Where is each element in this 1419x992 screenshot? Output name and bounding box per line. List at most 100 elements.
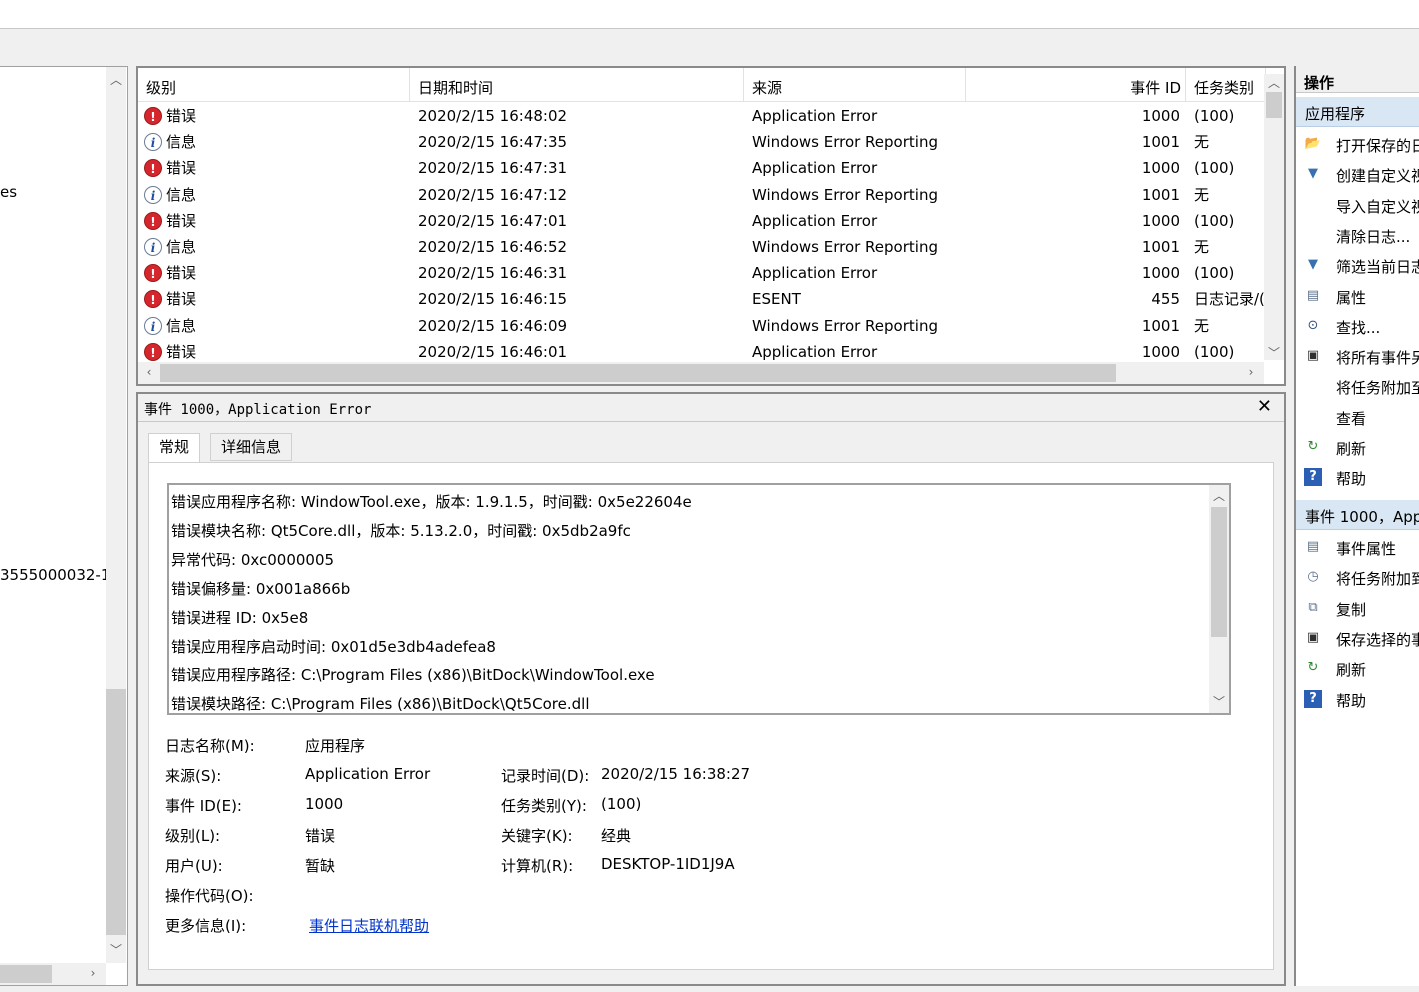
source-cell: Windows Error Reporting <box>752 238 938 256</box>
scroll-right-icon[interactable]: › <box>1244 365 1258 379</box>
scroll-thumb[interactable] <box>1266 92 1282 118</box>
column-header-datetime[interactable]: 日期和时间 <box>410 68 744 102</box>
help-icon: ? <box>1304 468 1322 487</box>
event-row[interactable]: ! 错误 2020/2/15 16:48:02 Application Error 10… <box>138 103 1264 129</box>
computer-value: DESKTOP-1ID1J9A <box>601 855 735 873</box>
action-item-label: 属性 <box>1336 288 1367 307</box>
action-item-label: 帮助 <box>1336 691 1367 710</box>
actions-pane: 操作 应用程序 📂 打开保存的日 ▼ 创建自定义视 导入自定义视 清除日志... ▼ 筛选当前… <box>1294 66 1419 986</box>
scroll-down-icon[interactable]: ﹀ <box>1212 695 1226 709</box>
logged-value: 2020/2/15 16:38:27 <box>601 765 751 783</box>
close-icon[interactable]: ✕ <box>1257 396 1272 417</box>
action-group-label: 应用程序 <box>1305 105 1366 123</box>
help-icon: ? <box>1304 689 1322 708</box>
task-category-cell: 无 <box>1194 316 1210 335</box>
column-header-level[interactable]: 级别 <box>138 68 410 102</box>
action-item[interactable]: 📂 打开保存的日 <box>1296 129 1419 159</box>
column-header-event-id[interactable]: 事件 ID <box>966 68 1186 102</box>
action-item[interactable]: 导入自定义视 <box>1296 190 1419 220</box>
datetime-cell: 2020/2/15 16:47:12 <box>418 185 568 204</box>
more-info-label: 更多信息(I): <box>165 917 247 935</box>
event-row[interactable]: ! 错误 2020/2/15 16:47:01 Application Error 10… <box>138 208 1264 234</box>
info-icon: i <box>144 238 162 256</box>
online-help-link[interactable]: 事件日志联机帮助 <box>309 915 429 936</box>
action-item[interactable]: ▼ 筛选当前日志 <box>1296 250 1419 280</box>
action-group-event[interactable]: 事件 1000，Appl <box>1296 500 1419 530</box>
action-item[interactable]: ⊙ 查找... <box>1296 311 1419 341</box>
event-row[interactable]: i 信息 2020/2/15 16:47:12 Windows Error Repor… <box>138 182 1264 208</box>
event-row[interactable]: i 信息 2020/2/15 16:47:35 Windows Error Repor… <box>138 129 1264 155</box>
level-cell: 错误 <box>166 211 197 230</box>
scroll-down-icon[interactable]: ﹀ <box>109 943 123 957</box>
scroll-thumb[interactable] <box>160 364 1116 382</box>
action-item-label: 帮助 <box>1336 470 1367 489</box>
action-item[interactable]: ▣ 将所有事件另 <box>1296 341 1419 371</box>
action-item[interactable]: 将任务附加至 <box>1296 371 1419 401</box>
event-id-cell: 1001 <box>1141 133 1180 152</box>
list-vertical-scrollbar[interactable]: ︿ ﹀ <box>1264 74 1284 360</box>
scroll-thumb[interactable] <box>0 965 52 983</box>
action-item-label: 清除日志... <box>1336 227 1411 246</box>
action-item[interactable]: ? 帮助 <box>1296 462 1419 492</box>
task-category-cell: 无 <box>1194 185 1210 204</box>
level-cell: 信息 <box>166 185 197 204</box>
tree-item[interactable]: 3555000032-10 <box>0 566 120 584</box>
action-item[interactable]: ? 帮助 <box>1296 684 1419 714</box>
event-row[interactable]: ! 错误 2020/2/15 16:47:31 Application Error 10… <box>138 155 1264 181</box>
action-item[interactable]: ◷ 将任务附加到 <box>1296 562 1419 592</box>
column-header-source[interactable]: 来源 <box>744 68 966 102</box>
scroll-up-icon[interactable]: ︿ <box>1212 489 1226 503</box>
action-item[interactable]: ▤ 事件属性 <box>1296 532 1419 562</box>
datetime-cell: 2020/2/15 16:46:01 <box>418 342 568 361</box>
binoculars-icon: ⊙ <box>1307 317 1319 333</box>
event-row[interactable]: i 信息 2020/2/15 16:46:09 Windows Error Repor… <box>138 313 1264 339</box>
tree-horizontal-scrollbar[interactable]: › <box>0 963 106 985</box>
tab-general[interactable]: 常规 <box>148 433 201 463</box>
scroll-thumb[interactable] <box>1211 507 1227 637</box>
datetime-cell: 2020/2/15 16:47:35 <box>418 133 568 152</box>
action-item[interactable]: ▼ 创建自定义视 <box>1296 159 1419 189</box>
properties-icon: ▤ <box>1306 539 1320 554</box>
action-item[interactable]: ⧉ 复制 <box>1296 593 1419 623</box>
scroll-up-icon[interactable]: ︿ <box>109 73 123 87</box>
level-cell: 信息 <box>166 238 197 256</box>
action-item-label: 刷新 <box>1336 661 1367 680</box>
tree-vertical-scrollbar[interactable]: ︿ ﹀ <box>106 67 126 963</box>
event-row[interactable]: ! 错误 2020/2/15 16:46:31 Application Error 10… <box>138 260 1264 286</box>
scroll-thumb[interactable] <box>106 689 126 935</box>
action-group-application[interactable]: 应用程序 <box>1296 97 1419 127</box>
event-id-cell: 1001 <box>1141 316 1180 335</box>
action-item-label: 将任务附加至 <box>1336 379 1419 398</box>
event-row[interactable]: ! 错误 2020/2/15 16:46:15 ESENT 455 日志记录/( <box>138 286 1264 312</box>
error-icon: ! <box>144 107 162 125</box>
action-item[interactable]: ↻ 刷新 <box>1296 432 1419 462</box>
scroll-up-icon[interactable]: ︿ <box>1267 76 1281 90</box>
action-item[interactable]: ↻ 刷新 <box>1296 653 1419 683</box>
scroll-right-icon[interactable]: › <box>86 966 100 980</box>
event-row[interactable]: i 信息 2020/2/15 16:46:52 Windows Error Repor… <box>138 234 1264 260</box>
navigation-tree: es 3555000032-10 ︿ ﹀ › <box>0 66 128 986</box>
scroll-down-icon[interactable]: ﹀ <box>1267 346 1281 360</box>
action-item[interactable]: 查看 <box>1296 402 1419 432</box>
action-item-label: 保存选择的事 <box>1336 630 1419 649</box>
column-header-task-category[interactable]: 任务类别 <box>1186 68 1266 102</box>
action-item[interactable]: 清除日志... <box>1296 220 1419 250</box>
action-item[interactable]: ▤ 属性 <box>1296 281 1419 311</box>
task-category-value: (100) <box>601 795 642 813</box>
list-horizontal-scrollbar[interactable]: ‹ › <box>138 362 1264 384</box>
copy-icon: ⧉ <box>1308 599 1318 615</box>
tree-item[interactable]: es <box>0 183 17 201</box>
event-row[interactable]: ! 错误 2020/2/15 16:46:01 Application Error 10… <box>138 339 1264 365</box>
datetime-cell: 2020/2/15 16:46:09 <box>418 316 568 335</box>
task-category-cell: 无 <box>1194 133 1210 152</box>
source-cell: Application Error <box>752 264 878 283</box>
refresh-icon: ↻ <box>1307 439 1319 454</box>
description-line: 错误进程 ID: 0x5e8 <box>171 608 309 627</box>
filter-icon: ▼ <box>1308 257 1318 273</box>
description-scrollbar[interactable]: ︿ ﹀ <box>1209 485 1229 713</box>
action-item[interactable]: ▣ 保存选择的事 <box>1296 623 1419 653</box>
level-cell: 错误 <box>166 264 197 283</box>
scroll-left-icon[interactable]: ‹ <box>142 365 156 379</box>
task-category-cell: 日志记录/( <box>1194 290 1264 309</box>
tab-details[interactable]: 详细信息 <box>210 433 293 461</box>
